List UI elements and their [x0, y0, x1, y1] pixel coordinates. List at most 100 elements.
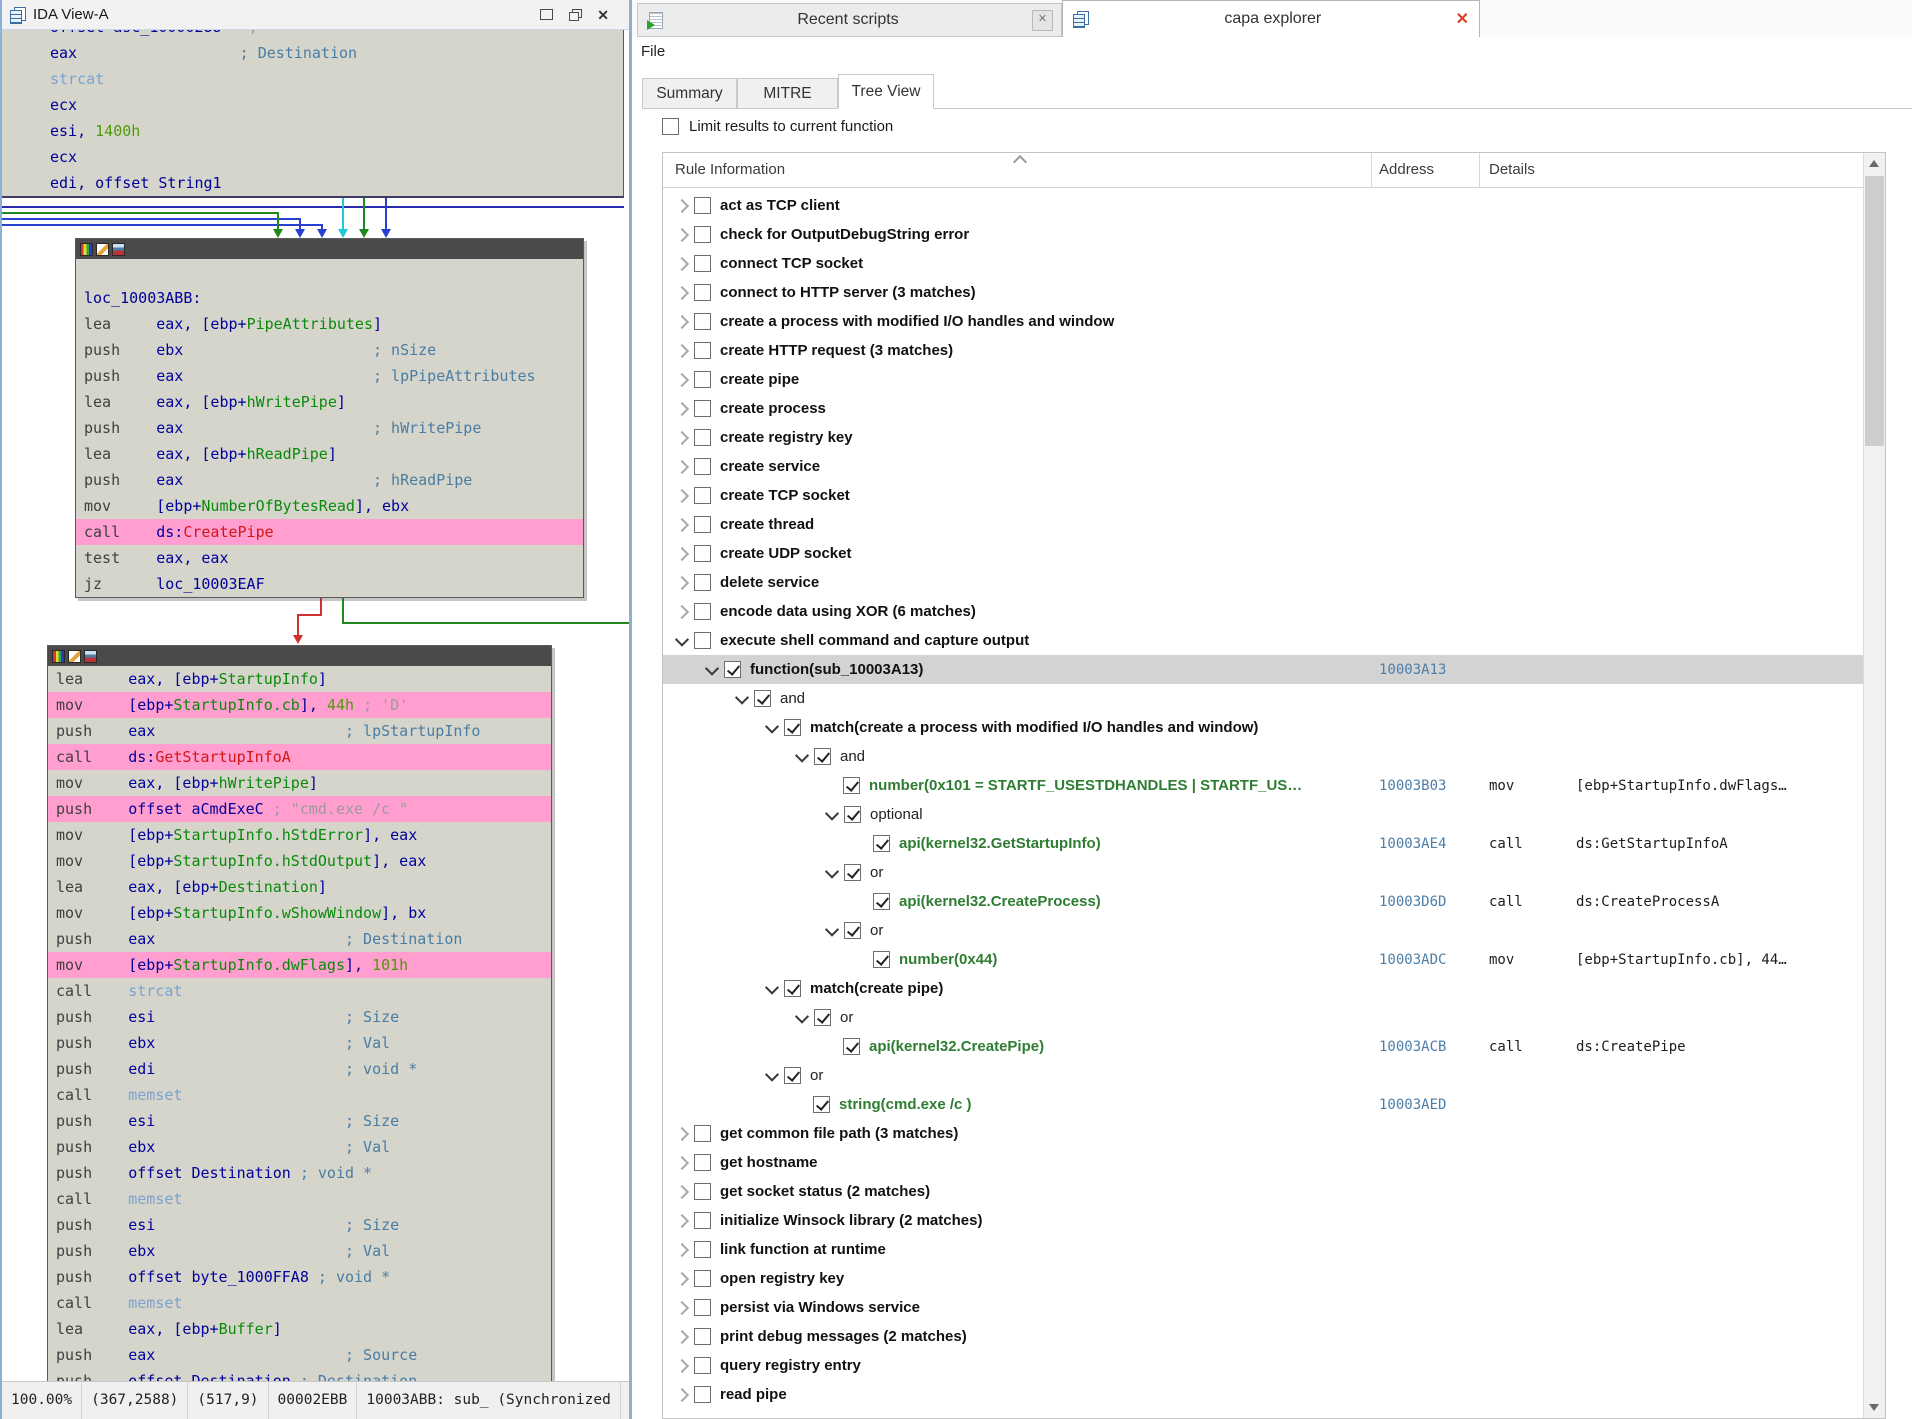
- expand-icon[interactable]: [675, 575, 689, 589]
- asm-line[interactable]: loc_10003ABB:: [76, 285, 583, 311]
- rule-checkbox[interactable]: [694, 1241, 711, 1258]
- asm-line[interactable]: push esi ; Size: [48, 1108, 551, 1134]
- palette-icon[interactable]: [52, 650, 65, 663]
- asm-line[interactable]: push eax ; Source: [48, 1342, 551, 1368]
- column-details[interactable]: Details: [1489, 161, 1535, 178]
- asm-line[interactable]: lea eax, [ebp+Buffer]: [48, 1316, 551, 1342]
- tree-row[interactable]: act as TCP client: [663, 191, 1863, 220]
- asm-line[interactable]: push eax ; hReadPipe: [76, 467, 583, 493]
- asm-line[interactable]: push edi ; void *: [48, 1056, 551, 1082]
- asm-line[interactable]: push eax ; Destination: [48, 926, 551, 952]
- asm-line[interactable]: lea eax, [ebp+hReadPipe]: [76, 441, 583, 467]
- tree-row[interactable]: delete service: [663, 568, 1863, 597]
- rule-checkbox[interactable]: [694, 1154, 711, 1171]
- expand-icon[interactable]: [675, 343, 689, 357]
- asm-line[interactable]: edi, offset String1: [2, 170, 623, 196]
- tree-row[interactable]: encode data using XOR (6 matches): [663, 597, 1863, 626]
- pencil-icon[interactable]: [68, 650, 81, 663]
- tree-row[interactable]: query registry entry: [663, 1351, 1863, 1380]
- asm-line[interactable]: push esi ; Size: [48, 1212, 551, 1238]
- collapse-icon[interactable]: [825, 922, 839, 936]
- maximize-icon[interactable]: [540, 9, 553, 20]
- tree-row[interactable]: open registry key: [663, 1264, 1863, 1293]
- restore-icon[interactable]: [569, 9, 581, 20]
- graph-block-startupinfo-block[interactable]: lea eax, [ebp+StartupInfo]mov [ebp+Start…: [47, 645, 552, 1382]
- scrollbar-thumb[interactable]: [1865, 176, 1884, 446]
- expand-icon[interactable]: [675, 372, 689, 386]
- scroll-down-button[interactable]: [1864, 1397, 1885, 1418]
- rule-checkbox[interactable]: [844, 922, 861, 939]
- rule-checkbox[interactable]: [694, 342, 711, 359]
- tree-row[interactable]: string(cmd.exe /c )10003AED: [663, 1090, 1863, 1119]
- expand-icon[interactable]: [675, 1184, 689, 1198]
- asm-line[interactable]: push offset aCmdExeC ; "cmd.exe /c ": [48, 796, 551, 822]
- expand-icon[interactable]: [675, 1155, 689, 1169]
- collapse-icon[interactable]: [765, 719, 779, 733]
- tree-row[interactable]: connect to HTTP server (3 matches): [663, 278, 1863, 307]
- asm-line[interactable]: push offset Destination ; Destination: [48, 1368, 551, 1382]
- tree-row[interactable]: create registry key: [663, 423, 1863, 452]
- tree-row[interactable]: api(kernel32.CreateProcess)10003D6Dcalld…: [663, 887, 1863, 916]
- block-header[interactable]: [48, 646, 551, 666]
- rule-checkbox[interactable]: [754, 690, 771, 707]
- tree-row[interactable]: api(kernel32.GetStartupInfo)10003AE4call…: [663, 829, 1863, 858]
- rule-checkbox[interactable]: [784, 1067, 801, 1084]
- rule-checkbox[interactable]: [694, 313, 711, 330]
- asm-line[interactable]: ecx: [2, 144, 623, 170]
- collapse-icon[interactable]: [825, 864, 839, 878]
- expand-icon[interactable]: [675, 430, 689, 444]
- asm-line[interactable]: lea eax, [ebp+hWritePipe]: [76, 389, 583, 415]
- tree-row[interactable]: and: [663, 684, 1863, 713]
- expand-icon[interactable]: [675, 1213, 689, 1227]
- rule-checkbox[interactable]: [694, 574, 711, 591]
- expand-icon[interactable]: [675, 256, 689, 270]
- tree-row[interactable]: persist via Windows service: [663, 1293, 1863, 1322]
- expand-icon[interactable]: [675, 401, 689, 415]
- rule-checkbox[interactable]: [843, 1038, 860, 1055]
- collapse-icon[interactable]: [675, 632, 689, 646]
- rule-checkbox[interactable]: [694, 1357, 711, 1374]
- tree-row[interactable]: execute shell command and capture output: [663, 626, 1863, 655]
- tree-row[interactable]: or: [663, 858, 1863, 887]
- rule-checkbox[interactable]: [694, 632, 711, 649]
- rule-checkbox[interactable]: [694, 255, 711, 272]
- graph-block-entry-fragment[interactable]: offset asc_10000288 ; eax ; Destinations…: [2, 30, 624, 198]
- asm-line[interactable]: mov [ebp+NumberOfBytesRead], ebx: [76, 493, 583, 519]
- tree-row[interactable]: connect TCP socket: [663, 249, 1863, 278]
- rule-checkbox[interactable]: [814, 748, 831, 765]
- asm-line[interactable]: strcat: [2, 66, 623, 92]
- asm-line[interactable]: call memset: [48, 1186, 551, 1212]
- asm-line[interactable]: call ds:GetStartupInfoA: [48, 744, 551, 770]
- rule-checkbox[interactable]: [843, 777, 860, 794]
- vertical-scrollbar[interactable]: [1863, 153, 1885, 1418]
- asm-line[interactable]: push ebx ; Val: [48, 1238, 551, 1264]
- tree-row[interactable]: link function at runtime: [663, 1235, 1863, 1264]
- rule-checkbox[interactable]: [694, 1386, 711, 1403]
- expand-icon[interactable]: [675, 604, 689, 618]
- collapse-icon[interactable]: [825, 806, 839, 820]
- rule-checkbox[interactable]: [814, 1009, 831, 1026]
- asm-line[interactable]: mov [ebp+StartupInfo.cb], 44h ; 'D': [48, 692, 551, 718]
- tree-row[interactable]: optional: [663, 800, 1863, 829]
- ida-view-titlebar[interactable]: IDA View-A ✕: [2, 0, 629, 30]
- asm-line[interactable]: push eax ; hWritePipe: [76, 415, 583, 441]
- menu-file[interactable]: File: [632, 37, 674, 66]
- asm-line[interactable]: eax ; Destination: [2, 40, 623, 66]
- collapse-icon[interactable]: [765, 1067, 779, 1081]
- asm-line[interactable]: lea eax, [ebp+Destination]: [48, 874, 551, 900]
- tree-row[interactable]: create TCP socket: [663, 481, 1863, 510]
- tree-row[interactable]: print debug messages (2 matches): [663, 1322, 1863, 1351]
- rule-checkbox[interactable]: [694, 516, 711, 533]
- rule-checkbox[interactable]: [784, 719, 801, 736]
- expand-icon[interactable]: [675, 1329, 689, 1343]
- rule-checkbox[interactable]: [873, 893, 890, 910]
- rule-checkbox[interactable]: [844, 864, 861, 881]
- tree-row[interactable]: create HTTP request (3 matches): [663, 336, 1863, 365]
- asm-line[interactable]: mov [ebp+StartupInfo.hStdOutput], eax: [48, 848, 551, 874]
- rule-checkbox[interactable]: [694, 545, 711, 562]
- close-icon[interactable]: ✕: [597, 8, 609, 22]
- collapse-icon[interactable]: [795, 1009, 809, 1023]
- asm-line[interactable]: offset asc_10000288 ;: [2, 30, 623, 40]
- rule-checkbox[interactable]: [873, 951, 890, 968]
- graph-block-loc-10003ABB[interactable]: loc_10003ABB:lea eax, [ebp+PipeAttribute…: [75, 238, 584, 598]
